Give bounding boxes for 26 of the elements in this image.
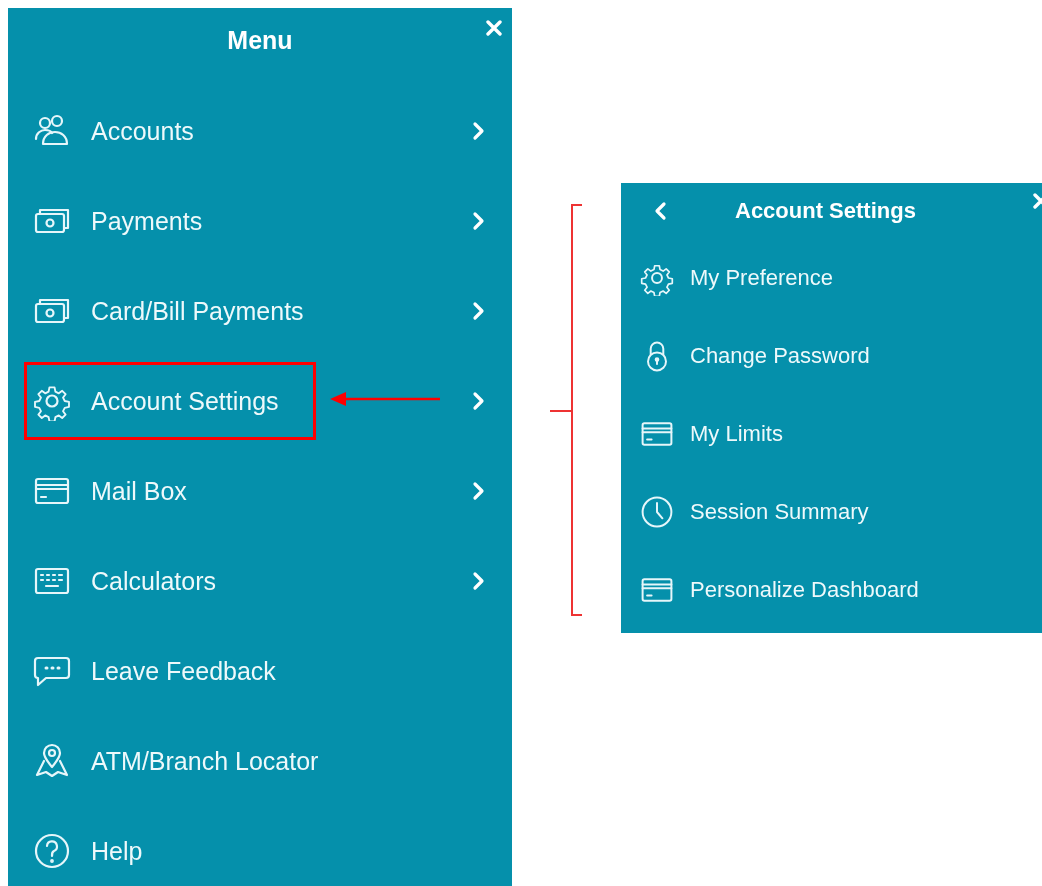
submenu-item[interactable]: Change Password [690, 343, 870, 369]
chevron-right-icon[interactable] [472, 301, 486, 321]
back-icon[interactable] [653, 201, 667, 221]
clock-icon [639, 494, 675, 530]
chevron-right-icon[interactable] [472, 481, 486, 501]
chevron-right-icon[interactable] [472, 121, 486, 141]
menu-item[interactable]: Account Settings [91, 386, 472, 416]
menu-title: Menu [227, 26, 293, 56]
submenu-item[interactable]: Session Summary [690, 499, 869, 525]
menu-item[interactable]: Card/Bill Payments [91, 296, 472, 326]
chevron-right-icon[interactable] [472, 391, 486, 411]
menu-item[interactable]: Payments [91, 206, 472, 236]
help-icon [32, 831, 72, 871]
submenu-title: Account Settings [735, 198, 916, 224]
menu-item[interactable]: Leave Feedback [91, 656, 486, 686]
menu-item[interactable]: Help [91, 836, 486, 866]
menu-item[interactable]: Accounts [91, 116, 472, 146]
close-icon[interactable] [486, 20, 502, 36]
menu-item[interactable]: ATM/Branch Locator [91, 746, 486, 776]
chevron-right-icon[interactable] [472, 211, 486, 231]
submenu-item[interactable]: Personalize Dashboard [690, 577, 919, 603]
menu-item[interactable]: Mail Box [91, 476, 472, 506]
submenu-item[interactable]: My Limits [690, 421, 783, 447]
menu-item[interactable]: Calculators [91, 566, 472, 596]
submenu-item[interactable]: My Preference [690, 265, 834, 291]
chevron-right-icon[interactable] [472, 571, 486, 591]
